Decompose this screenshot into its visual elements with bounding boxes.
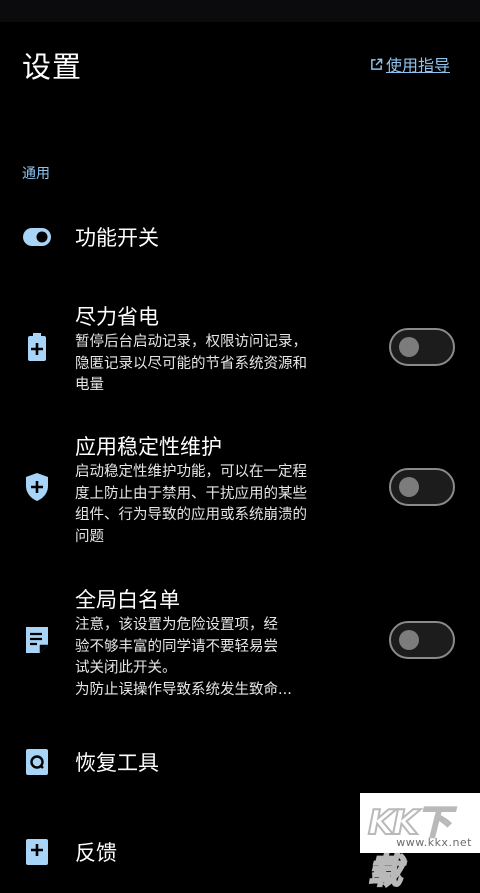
power-saving-switch[interactable] bbox=[389, 328, 455, 366]
external-link-icon bbox=[371, 58, 383, 70]
settings-item-power-saving[interactable]: 尽力省电 暂停后台启动记录，权限访问记录，隐匿记录以尽可能的节省系统资源和电量 bbox=[0, 298, 480, 398]
settings-item-description: 启动稳定性维护功能，可以在一定程度上防止由于禁用、干扰应用的某些组件、行为导致的… bbox=[75, 464, 307, 545]
battery-icon bbox=[22, 332, 52, 362]
description-line: 试关闭此开关。 bbox=[75, 660, 177, 676]
app-stability-switch[interactable] bbox=[389, 468, 455, 506]
toggle-icon bbox=[22, 222, 52, 252]
usage-guide-link[interactable]: 使用指导 bbox=[370, 52, 450, 76]
settings-item-title: 尽力省电 bbox=[75, 305, 159, 329]
description-line: 为防止误操作导致系统发生致命... bbox=[75, 681, 292, 698]
settings-item-title: 全局白名单 bbox=[75, 588, 180, 612]
page-title: 设置 bbox=[22, 50, 83, 84]
global-whitelist-switch[interactable] bbox=[389, 621, 455, 659]
settings-item-description: 注意，该设置为危险设置项，经 验不够丰富的同学请不要轻易尝 试关闭此开关。 为防… bbox=[75, 615, 335, 701]
switch-knob bbox=[399, 477, 419, 497]
settings-item-restore-tool[interactable]: 恢复工具 bbox=[0, 744, 480, 784]
section-header-general: 通用 bbox=[22, 166, 50, 182]
restore-tool-icon bbox=[22, 747, 52, 777]
settings-item-feature-switch[interactable]: 功能开关 bbox=[0, 218, 480, 258]
switch-knob bbox=[399, 630, 419, 650]
status-bar bbox=[0, 0, 480, 22]
settings-item-app-stability[interactable]: 应用稳定性维护 启动稳定性维护功能，可以在一定程度上防止由于禁用、干扰应用的某些… bbox=[0, 428, 480, 552]
site-watermark: KK下载 www.kkx.net bbox=[360, 793, 480, 893]
feedback-icon bbox=[22, 837, 52, 867]
usage-guide-label: 使用指导 bbox=[385, 56, 450, 75]
watermark-url: www.kkx.net bbox=[396, 836, 472, 849]
settings-item-title: 应用稳定性维护 bbox=[75, 435, 222, 459]
settings-item-global-whitelist[interactable]: 全局白名单 注意，该设置为危险设置项，经 验不够丰富的同学请不要轻易尝 试关闭此… bbox=[0, 581, 480, 705]
settings-item-title: 恢复工具 bbox=[75, 751, 159, 775]
settings-item-title: 功能开关 bbox=[75, 226, 159, 250]
switch-knob bbox=[399, 337, 419, 357]
settings-item-description: 暂停后台启动记录，权限访问记录，隐匿记录以尽可能的节省系统资源和电量 bbox=[75, 334, 307, 393]
shield-plus-icon bbox=[22, 472, 52, 502]
description-line: 注意，该设置为危险设置项，经 bbox=[75, 617, 278, 633]
document-list-icon bbox=[22, 625, 52, 655]
description-line: 验不够丰富的同学请不要轻易尝 bbox=[75, 638, 278, 655]
settings-item-title: 反馈 bbox=[75, 841, 117, 865]
